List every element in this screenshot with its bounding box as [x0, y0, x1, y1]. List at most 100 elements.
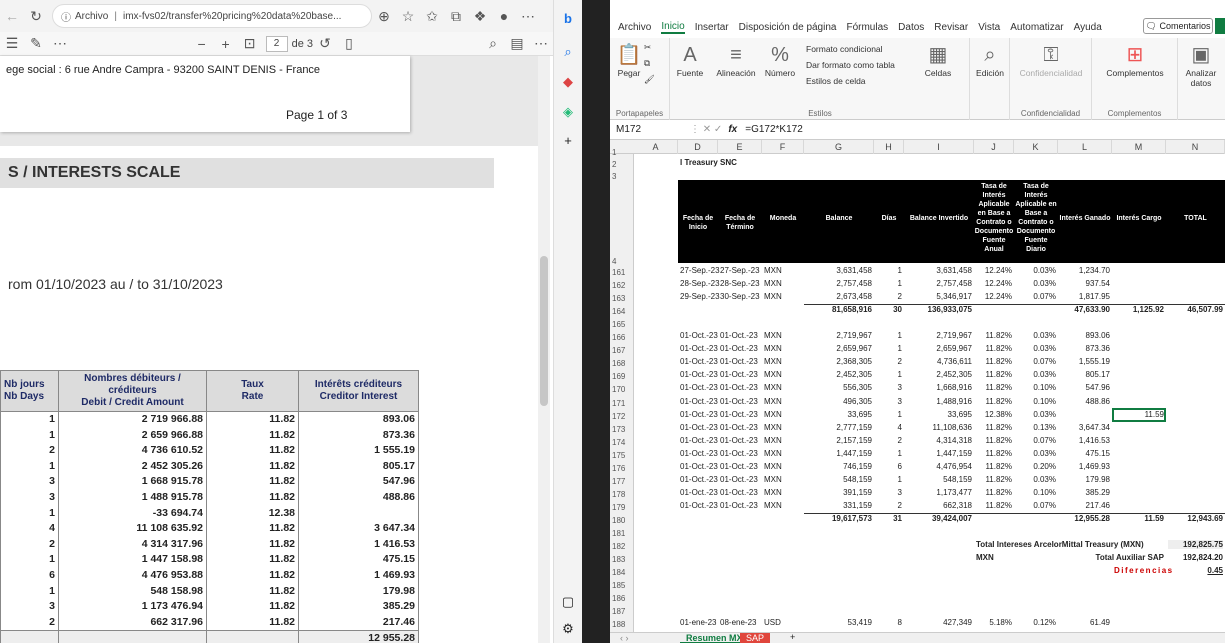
column-header-d[interactable]: D — [678, 140, 718, 154]
add-sheet-icon[interactable]: + — [790, 632, 795, 642]
column-header-n[interactable]: N — [1166, 140, 1225, 154]
page-view-icon[interactable]: ▯ — [337, 32, 361, 56]
row-number[interactable]: 162 — [610, 281, 634, 290]
copy-icon[interactable]: ⧉ — [644, 58, 650, 68]
column-header-i[interactable]: I — [904, 140, 974, 154]
confidentiality-button[interactable]: ⚿ Confidencialidad — [1014, 42, 1088, 78]
more-icon[interactable]: ⋯ — [516, 4, 540, 28]
tab-nav-icon[interactable]: ‹ › — [620, 633, 629, 643]
zoom-out-button[interactable]: − — [190, 32, 214, 56]
row-number[interactable]: 174 — [610, 438, 634, 447]
column-header-j[interactable]: J — [974, 140, 1014, 154]
search-icon[interactable]: ⌕ — [556, 40, 580, 64]
addins-button[interactable]: ⊞ Complementos — [1096, 42, 1174, 78]
row-number[interactable]: 166 — [610, 333, 634, 342]
table-format-button[interactable]: Dar formato como tabla — [806, 60, 895, 70]
zoom-in-button[interactable]: + — [214, 32, 238, 56]
selected-cell[interactable] — [1112, 407, 1166, 422]
draw-icon[interactable]: ✎ — [24, 32, 48, 56]
extensions-icon[interactable]: ❖ — [468, 4, 492, 28]
row-number[interactable]: 183 — [610, 555, 634, 564]
row-number[interactable]: 172 — [610, 412, 634, 421]
column-header-m[interactable]: M — [1112, 140, 1166, 154]
column-header-g[interactable]: G — [804, 140, 874, 154]
row-number[interactable]: 188 — [610, 620, 634, 629]
fit-page-icon[interactable]: ⊡ — [238, 32, 262, 56]
column-header-f[interactable]: F — [762, 140, 804, 154]
favorite-star-icon[interactable]: ☆ — [396, 4, 420, 28]
menu-tab-3[interactable]: Disposición de página — [739, 22, 837, 33]
refresh-icon[interactable]: ↻ — [24, 4, 48, 28]
alignment-button[interactable]: ≡ Alineación — [714, 42, 758, 78]
row-number[interactable]: 4 — [610, 257, 634, 266]
row-number[interactable]: 168 — [610, 359, 634, 368]
row-number[interactable]: 182 — [610, 542, 634, 551]
cut-icon[interactable]: ✂ — [644, 42, 651, 52]
row-number[interactable]: 167 — [610, 346, 634, 355]
zoom-icon[interactable]: ⊕ — [372, 4, 396, 28]
row-number[interactable]: 177 — [610, 477, 634, 486]
row-number[interactable]: 178 — [610, 490, 634, 499]
column-header-a[interactable]: A — [634, 140, 678, 154]
menu-tab-5[interactable]: Datos — [898, 22, 924, 33]
font-button[interactable]: A Fuente — [672, 42, 708, 78]
save-icon[interactable]: ▤ — [505, 32, 529, 56]
column-header-h[interactable]: H — [874, 140, 904, 154]
column-header-e[interactable]: E — [718, 140, 762, 154]
menu-tab-4[interactable]: Fórmulas — [846, 22, 888, 33]
comments-button[interactable]: 🗨 Comentarios — [1143, 18, 1213, 34]
contents-icon[interactable]: ☰ — [0, 32, 24, 56]
shopping-icon[interactable]: ◆ — [556, 70, 580, 94]
formula-input[interactable]: =G172*K172 — [745, 124, 803, 135]
row-number[interactable]: 164 — [610, 307, 634, 316]
row-number[interactable]: 180 — [610, 516, 634, 525]
row-number[interactable]: 187 — [610, 607, 634, 616]
back-icon[interactable]: ← — [0, 4, 24, 28]
row-number[interactable]: 170 — [610, 385, 634, 394]
tab-sap[interactable]: SAP — [740, 633, 771, 643]
pdf-more-icon[interactable]: ⋯ — [48, 32, 72, 56]
row-number[interactable]: 3 — [610, 172, 634, 181]
editing-button[interactable]: ⌕ Edición — [972, 42, 1008, 78]
menu-tab-8[interactable]: Automatizar — [1010, 22, 1063, 33]
row-number[interactable]: 179 — [610, 503, 634, 512]
split-icon[interactable]: ▢ — [556, 590, 580, 614]
collections-icon[interactable]: ⧉ — [444, 4, 468, 28]
scroll-thumb[interactable] — [540, 256, 548, 406]
menu-tab-9[interactable]: Ayuda — [1074, 22, 1102, 33]
cond-format-button[interactable]: Formato condicional — [806, 44, 883, 54]
column-header-k[interactable]: K — [1014, 140, 1058, 154]
add-icon[interactable]: + — [556, 128, 580, 152]
menu-tab-2[interactable]: Insertar — [695, 22, 729, 33]
tools-icon[interactable]: ◈ — [556, 100, 580, 124]
column-header-l[interactable]: L — [1058, 140, 1112, 154]
page-number-input[interactable]: 2 — [265, 35, 288, 52]
row-number[interactable]: 1 — [610, 148, 634, 157]
row-number[interactable]: 184 — [610, 568, 634, 577]
cell-styles-button[interactable]: Estilos de celda — [806, 76, 866, 86]
address-bar[interactable]: ⓘ Archivo | imx-fvs02/transfer%20pricing… — [52, 4, 372, 28]
share-button[interactable] — [1215, 18, 1225, 34]
row-number[interactable]: 171 — [610, 399, 634, 408]
menu-tab-7[interactable]: Vista — [978, 22, 1000, 33]
row-number[interactable]: 163 — [610, 294, 634, 303]
pdf-search-icon[interactable]: ⌕ — [481, 32, 505, 56]
row-number[interactable]: 2 — [610, 160, 634, 169]
analyze-button[interactable]: ▣ Analizar datos — [1180, 42, 1222, 88]
fx-icon[interactable]: fx — [728, 124, 737, 135]
settings-icon[interactable]: ⚙ — [556, 617, 580, 641]
format-painter-icon[interactable]: 🖌 — [644, 74, 655, 84]
menu-tab-6[interactable]: Revisar — [934, 22, 968, 33]
row-number[interactable]: 176 — [610, 464, 634, 473]
row-number[interactable]: 161 — [610, 268, 634, 277]
row-number[interactable]: 169 — [610, 372, 634, 381]
favorites-icon[interactable]: ✩ — [420, 4, 444, 28]
pdf-overflow-icon[interactable]: ⋯ — [529, 32, 553, 56]
menu-tab-0[interactable]: Archivo — [618, 22, 651, 33]
row-number[interactable]: 173 — [610, 425, 634, 434]
paste-button[interactable]: 📋 Pegar — [616, 42, 642, 78]
cells-button[interactable]: ▦ Celdas — [920, 42, 956, 78]
rotate-icon[interactable]: ↺ — [313, 32, 337, 56]
row-number[interactable]: 165 — [610, 320, 634, 329]
menu-tab-1[interactable]: Inicio — [661, 21, 685, 34]
